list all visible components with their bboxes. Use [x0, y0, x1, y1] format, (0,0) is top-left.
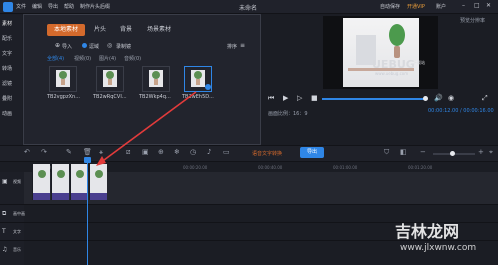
watermark-title: 吉林龙网	[395, 222, 460, 241]
watermark-url: www.jlxwnw.com	[400, 243, 477, 253]
